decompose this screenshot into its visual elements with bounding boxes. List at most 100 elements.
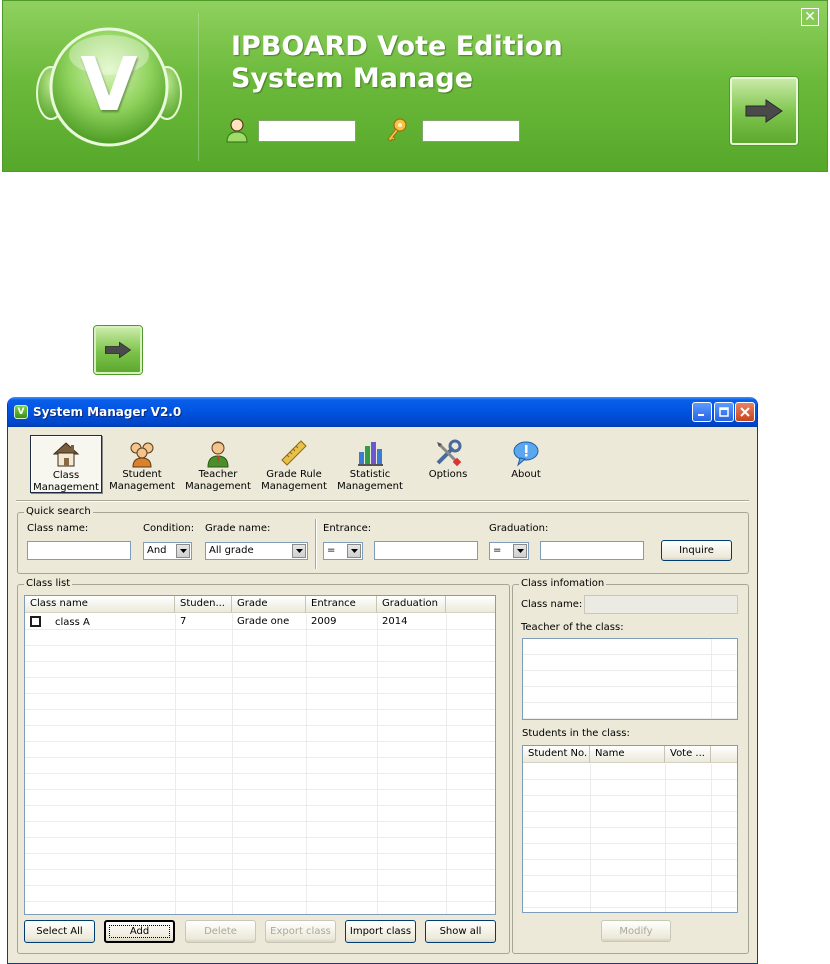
toolbar-label: Class Management [33, 470, 99, 493]
add-button[interactable]: Add [104, 920, 175, 943]
cell-graduation: 2014 [382, 616, 408, 627]
grid-col-line [175, 614, 176, 914]
minimize-button[interactable] [692, 402, 712, 422]
class-name-input[interactable] [27, 541, 131, 560]
chevron-down-icon [513, 544, 527, 558]
cell-grade: Grade one [237, 616, 290, 627]
export-class-button[interactable]: Export class [265, 920, 336, 943]
maximize-icon [719, 407, 729, 417]
col-name[interactable]: Name [590, 746, 665, 763]
info-class-name-field [584, 595, 738, 614]
chevron-down-icon [176, 544, 190, 558]
select-all-button[interactable]: Select All [24, 920, 95, 943]
row-checkbox[interactable] [30, 616, 41, 627]
col-graduation[interactable]: Graduation [377, 596, 446, 613]
class-list-title: Class list [24, 578, 73, 589]
toolbar-label: Student Management [109, 469, 175, 492]
class-list-group: Class list Class name Studen... Grade En… [17, 578, 510, 954]
info-class-name-label: Class name: [521, 599, 583, 610]
entrance-label: Entrance: [323, 523, 372, 534]
grid-col-line [377, 614, 378, 914]
col-entrance[interactable]: Entrance [306, 596, 377, 613]
next-arrow-button[interactable] [94, 326, 142, 374]
graduation-operator-select[interactable]: = [489, 542, 529, 560]
add-button-label: Add [108, 925, 171, 938]
maximize-button[interactable] [714, 402, 734, 422]
table-row[interactable]: class A 7 Grade one 2009 2014 [25, 614, 446, 630]
logo-letter: V [80, 42, 138, 128]
col-filler [711, 746, 737, 763]
toolbar-label: Options [428, 469, 468, 480]
cell-entrance: 2009 [311, 616, 337, 627]
cell-students: 7 [180, 616, 187, 627]
close-icon[interactable]: ✕ [801, 8, 819, 26]
entrance-operator-select[interactable]: = [323, 542, 363, 560]
modify-button[interactable]: Modify [601, 920, 671, 942]
banner-divider [198, 13, 200, 161]
students-list-header: Student No. Name Vote ... [523, 746, 737, 763]
col-class-name[interactable]: Class name [25, 596, 175, 613]
entrance-input[interactable] [374, 541, 478, 560]
toolbar-options[interactable]: Options [412, 435, 484, 493]
toolbar-teacher-management[interactable]: Teacher Management [182, 435, 254, 493]
col-student-no[interactable]: Student No. [523, 746, 590, 763]
quick-search-title: Quick search [24, 506, 93, 517]
class-list-table[interactable]: Class name Studen... Grade Entrance Grad… [24, 595, 496, 915]
condition-value: And [147, 545, 167, 556]
col-vote[interactable]: Vote ... [665, 746, 711, 763]
close-button[interactable] [735, 402, 755, 422]
toolbar-label: Grade Rule Management [261, 469, 327, 492]
search-divider [315, 519, 317, 569]
teacher-of-class-label: Teacher of the class: [521, 622, 624, 633]
login-button[interactable] [730, 77, 798, 145]
graduation-input[interactable] [540, 541, 644, 560]
grade-name-select[interactable]: All grade [205, 542, 308, 560]
grid-col-line [665, 764, 666, 912]
toolbar-class-management[interactable]: Class Management [30, 435, 102, 493]
tools-icon [436, 439, 462, 467]
house-icon [52, 442, 80, 467]
graduation-operator-value: = [493, 545, 502, 556]
username-field[interactable] [258, 120, 356, 142]
chevron-down-icon [347, 544, 361, 558]
toolbar-statistic-management[interactable]: Statistic Management [334, 435, 406, 493]
students-icon [130, 442, 154, 468]
teacher-list-body [523, 639, 737, 719]
students-list-body [523, 764, 737, 912]
login-banner: V IPBOARD Vote Edition System Manage ✕ [2, 0, 828, 172]
show-all-button[interactable]: Show all [425, 920, 496, 943]
grid-col-line [232, 614, 233, 914]
import-class-button[interactable]: Import class [345, 920, 416, 943]
toolbar-grade-rule-management[interactable]: Grade Rule Management [258, 435, 330, 493]
class-name-label: Class name: [27, 523, 89, 534]
banner-title: IPBOARD Vote Edition System Manage [231, 31, 563, 95]
class-name-text: class A [55, 617, 90, 628]
arrow-right-icon [105, 341, 132, 359]
grade-name-label: Grade name: [205, 523, 271, 534]
banner-title-line1: IPBOARD Vote Edition [231, 31, 563, 62]
title-bar[interactable]: V System Manager V2.0 [8, 397, 757, 427]
class-info-title: Class infomation [519, 578, 607, 589]
col-grade[interactable]: Grade [232, 596, 306, 613]
key-icon [387, 118, 407, 142]
grid-col-line [711, 639, 712, 719]
students-in-class-label: Students in the class: [522, 728, 630, 739]
grid-col-line [711, 764, 712, 912]
teacher-list[interactable] [522, 638, 738, 720]
grade-name-value: All grade [209, 545, 254, 556]
toolbar-student-management[interactable]: Student Management [106, 435, 178, 493]
user-icon [226, 118, 248, 143]
condition-select[interactable]: And [143, 542, 192, 560]
close-icon [740, 407, 750, 417]
entrance-operator-value: = [327, 545, 336, 556]
class-list-header: Class name Studen... Grade Entrance Grad… [25, 596, 495, 613]
info-bubble-icon [513, 441, 539, 467]
delete-button[interactable]: Delete [185, 920, 256, 943]
bar-chart-icon [358, 442, 383, 466]
cell-class-name: class A [25, 614, 175, 630]
students-list-table[interactable]: Student No. Name Vote ... [522, 745, 738, 913]
inquire-button[interactable]: Inquire [661, 540, 732, 561]
password-field[interactable] [422, 120, 520, 142]
col-students[interactable]: Studen... [175, 596, 232, 613]
toolbar-about[interactable]: About [490, 435, 562, 493]
